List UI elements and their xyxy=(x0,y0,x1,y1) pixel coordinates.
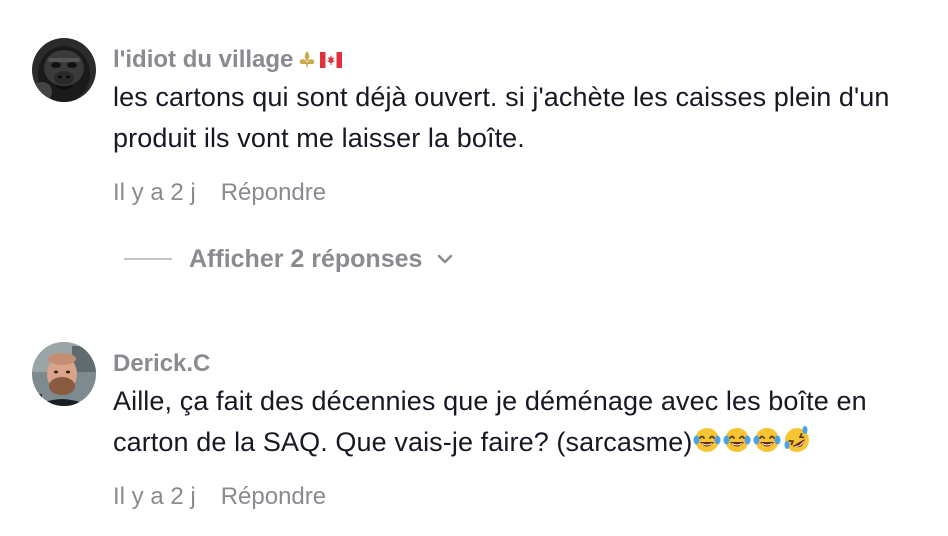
crying-laughing-emoji xyxy=(693,428,721,452)
username-text: Derick.C xyxy=(113,350,211,377)
comment-text: les cartons qui sont déjà ouvert. si j'a… xyxy=(113,82,890,153)
fleur-de-lis-icon xyxy=(300,51,315,69)
rolling-laughing-emoji xyxy=(784,426,810,452)
gorilla-avatar-image xyxy=(32,38,96,102)
view-replies-label: Afficher 2 réponses xyxy=(189,244,423,273)
canada-flag-icon xyxy=(320,52,343,68)
view-replies-button[interactable]: Afficher 2 réponses xyxy=(124,243,454,275)
comment-username[interactable]: l'idiot du village xyxy=(113,44,928,76)
man-avatar-image xyxy=(32,342,96,406)
divider-line xyxy=(124,258,172,260)
crying-laughing-emoji xyxy=(753,428,781,452)
reply-button[interactable]: Répondre xyxy=(221,177,326,209)
comment-username[interactable]: Derick.C xyxy=(113,348,928,380)
comment-timestamp: Il y a 2 j xyxy=(113,179,196,206)
username-text: l'idiot du village xyxy=(113,46,294,73)
avatar[interactable] xyxy=(32,342,96,406)
avatar[interactable] xyxy=(32,38,96,102)
comment-timestamp: Il y a 2 j xyxy=(113,483,196,510)
comment-text-container: Aille, ça fait des décennies que je démé… xyxy=(113,381,928,463)
reply-button[interactable]: Répondre xyxy=(221,481,326,513)
crying-laughing-emoji xyxy=(723,428,751,452)
chevron-down-icon xyxy=(436,253,454,265)
